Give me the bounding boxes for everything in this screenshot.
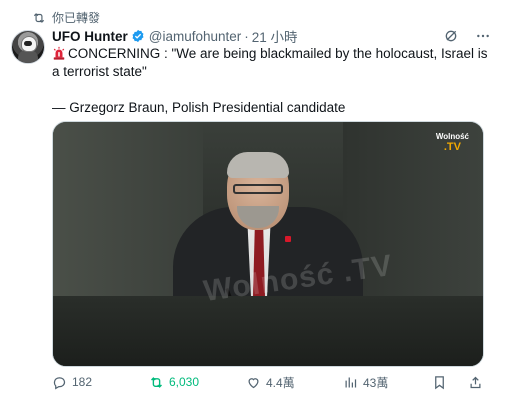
like-icon (248, 377, 259, 388)
speaker-glasses (233, 184, 283, 194)
share-button[interactable] (468, 375, 483, 390)
tweet-line-1: CONCERNING : "We are being blackmailed b… (52, 45, 492, 81)
views-button[interactable]: 43萬 (343, 374, 388, 391)
reply-button[interactable]: 182 (52, 375, 92, 390)
tweet-line-1-text: CONCERNING : "We are being blackmailed b… (52, 46, 488, 79)
author-handle[interactable]: @iamufohunter (149, 29, 242, 44)
repost-icon (151, 376, 162, 388)
reply-count: 182 (72, 375, 93, 389)
tweet-text: CONCERNING : "We are being blackmailed b… (52, 45, 492, 117)
channel-logo: Wolność .TV (436, 132, 469, 153)
lapel-pin (285, 236, 291, 242)
header-actions (443, 28, 491, 44)
avatar-visor (24, 41, 32, 46)
reply-icon (53, 376, 66, 390)
tweet-time[interactable]: 21 小時 (252, 26, 298, 46)
repost-icon (33, 12, 45, 23)
siren-emoji-icon (53, 46, 65, 60)
repost-count: 6,030 (169, 375, 200, 389)
desk (53, 296, 483, 366)
bookmark-icon (435, 375, 444, 389)
channel-logo-bottom: .TV (443, 141, 461, 153)
author-name[interactable]: UFO Hunter (52, 29, 128, 44)
action-bar: 182 6,030 4.4萬 43萬 (52, 372, 492, 392)
repost-banner-text: 你已轉發 (52, 11, 101, 25)
views-count: 43萬 (363, 375, 389, 390)
avatar-body (18, 50, 38, 63)
more-icon[interactable] (475, 28, 491, 44)
verified-badge-icon[interactable] (131, 29, 145, 43)
separator-dot: · (244, 28, 249, 44)
repost-banner[interactable]: 你已轉發 (32, 9, 100, 26)
grok-icon[interactable] (443, 28, 459, 44)
repost-button[interactable]: 6,030 (149, 375, 199, 390)
speaker-hair (227, 152, 289, 178)
like-button[interactable]: 4.4萬 (246, 374, 295, 391)
bookmark-button[interactable] (432, 375, 447, 390)
video-media[interactable]: Wolność .TV Wolność .TV (52, 121, 484, 367)
share-icon (470, 376, 481, 388)
avatar[interactable] (11, 30, 45, 64)
tweet-line-2: — Grzegorz Braun, Polish Presidential ca… (52, 100, 346, 115)
tweet-header: UFO Hunter @iamufohunter · 21 小時 (52, 27, 491, 45)
views-icon (345, 377, 357, 387)
like-count: 4.4萬 (266, 375, 295, 390)
